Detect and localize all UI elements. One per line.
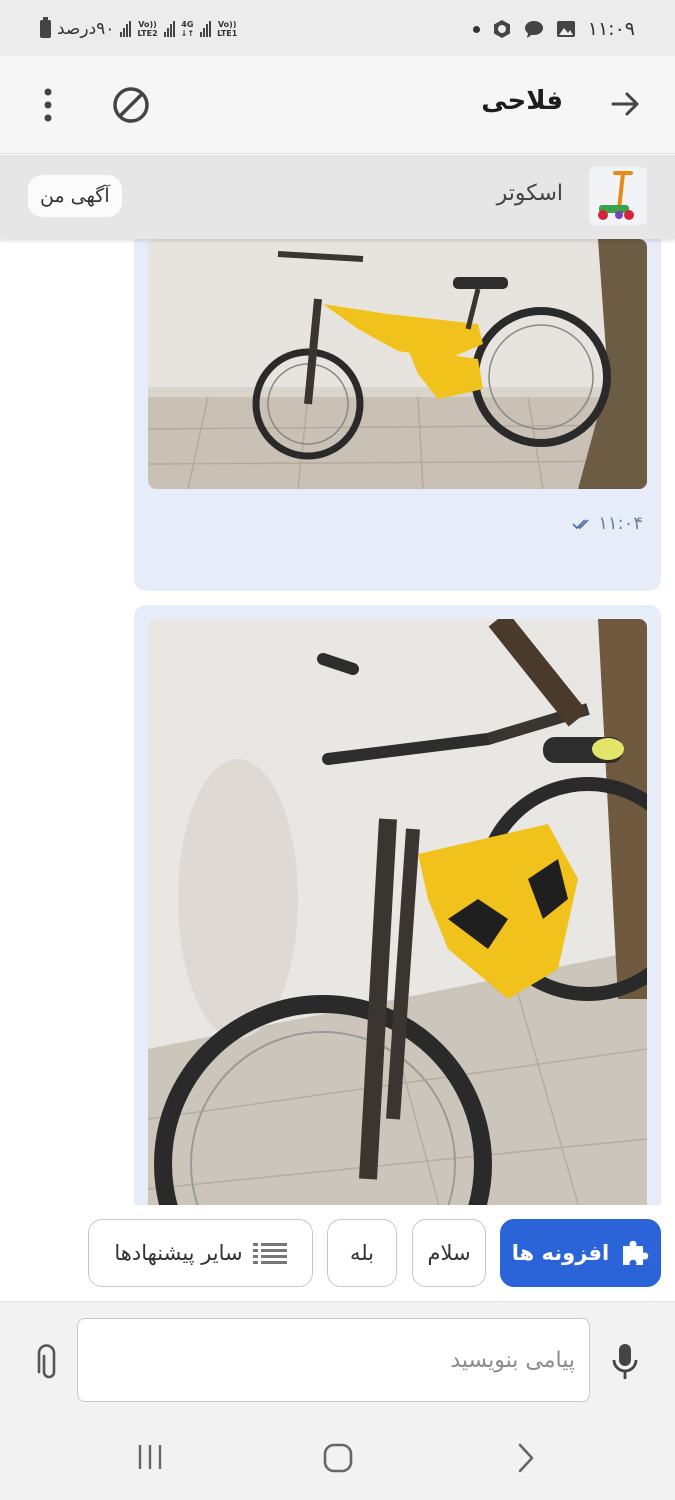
message-time: ۱۱:۰۴ (598, 513, 643, 534)
signal-icon (200, 21, 212, 37)
message-composer (0, 1301, 675, 1416)
home-icon[interactable] (322, 1442, 354, 1474)
message-image[interactable] (148, 239, 647, 489)
my-ad-button[interactable]: آگهی من (28, 175, 122, 217)
back-arrow-icon[interactable] (609, 88, 641, 120)
scooter-image (589, 167, 647, 225)
double-check-icon (572, 518, 589, 529)
battery-text: ۹۰درصد (57, 19, 115, 39)
status-left: ۹۰درصد Vo)) LTE2 4G ↓↑ Vo)) LTE1 (40, 16, 237, 42)
hexagon-app-icon (493, 20, 510, 38)
puzzle-icon (623, 1240, 649, 1265)
gallery-icon (556, 21, 575, 37)
more-suggestions-label: سایر پیشنهادها (114, 1241, 243, 1265)
chat-messages[interactable]: ۱۱:۰۴ (0, 239, 675, 1205)
clock: ۱۱:۰۹ (587, 18, 635, 40)
system-nav-bar (0, 1416, 675, 1500)
message-image[interactable] (148, 619, 647, 1205)
block-icon[interactable] (110, 84, 152, 126)
chat-header: فلاحی (0, 56, 675, 154)
notification-dot-icon (472, 25, 480, 33)
ad-info-bar[interactable]: اسکوتر آگهی من (0, 155, 675, 239)
network-label: Vo)) LTE1 (217, 20, 238, 38)
bike-photo (148, 239, 647, 489)
network-label: Vo)) LTE2 (137, 20, 158, 38)
battery-icon (40, 17, 51, 38)
message-meta: ۱۱:۰۴ (572, 513, 643, 534)
suggestions-bar: افزونه ها سلام بله سایر پیشنهادها (0, 1205, 675, 1301)
network-label: 4G ↓↑ (180, 20, 195, 38)
signal-icon (163, 21, 175, 37)
ad-title: اسکوتر (496, 181, 563, 206)
bike-closeup-photo (148, 619, 647, 1205)
message-bubble[interactable] (134, 605, 661, 1205)
addons-button[interactable]: افزونه ها (500, 1219, 661, 1287)
attach-icon[interactable] (32, 1342, 60, 1382)
list-icon (252, 1243, 287, 1264)
more-vert-icon[interactable] (36, 86, 60, 124)
mic-icon[interactable] (610, 1342, 640, 1382)
status-right: ۱۱:۰۹ (472, 16, 635, 42)
status-bar: ۹۰درصد Vo)) LTE2 4G ↓↑ Vo)) LTE1 ۱۱:۰۹ (0, 0, 675, 56)
signal-icon (120, 21, 132, 37)
message-input[interactable] (77, 1318, 590, 1402)
chat-bubble-icon (524, 21, 543, 38)
recents-icon[interactable] (136, 1443, 164, 1471)
addons-label: افزونه ها (511, 1241, 610, 1265)
nav-back-icon[interactable] (514, 1442, 538, 1474)
message-bubble[interactable]: ۱۱:۰۴ (134, 239, 661, 591)
ad-thumbnail[interactable] (589, 167, 647, 225)
suggestion-chip[interactable]: بله (327, 1219, 397, 1287)
more-suggestions-button[interactable]: سایر پیشنهادها (88, 1219, 313, 1287)
contact-name: فلاحی (481, 86, 563, 116)
suggestion-chip[interactable]: سلام (412, 1219, 486, 1287)
